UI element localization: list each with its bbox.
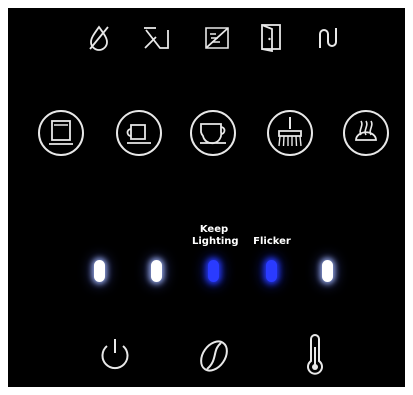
led-3: [208, 260, 219, 282]
coffee-cup-icon: [190, 110, 236, 156]
espresso-icon: [116, 110, 162, 156]
flicker-caption-text: Flicker: [253, 236, 291, 247]
led-2: [151, 260, 162, 282]
flicker-caption: Flicker: [252, 236, 292, 248]
milk-froth-icon: [343, 110, 389, 156]
temperature-button[interactable]: [302, 333, 328, 377]
espresso-button[interactable]: [115, 109, 163, 157]
descale-icon: [86, 24, 112, 52]
hot-water-button[interactable]: [37, 109, 85, 157]
power-icon: [101, 339, 129, 370]
filter-icon: [142, 24, 172, 52]
coffee-bean-icon: [200, 340, 228, 372]
led-5: [322, 260, 333, 282]
keep-caption-line1: Keep: [199, 224, 229, 235]
hot-water-icon: [38, 110, 84, 156]
cleaning-button[interactable]: [266, 109, 314, 157]
cleaning-brush-icon: [267, 110, 313, 156]
keep-lighting-caption: Keep Lighting: [192, 224, 239, 248]
door-open-icon: [258, 22, 284, 52]
power-button[interactable]: [96, 336, 134, 374]
coffee-cup-button[interactable]: [189, 109, 237, 157]
coffee-bean-button[interactable]: [194, 336, 234, 376]
steam-icon: [314, 24, 342, 52]
led-4: [266, 260, 277, 282]
milk-froth-button[interactable]: [342, 109, 390, 157]
keep-caption-line2: Lighting: [192, 236, 239, 247]
led-1: [94, 260, 105, 282]
control-panel: Keep Lighting Flicker: [8, 8, 405, 387]
no-filter-icon: [202, 24, 232, 52]
thermometer-icon: [307, 334, 323, 375]
